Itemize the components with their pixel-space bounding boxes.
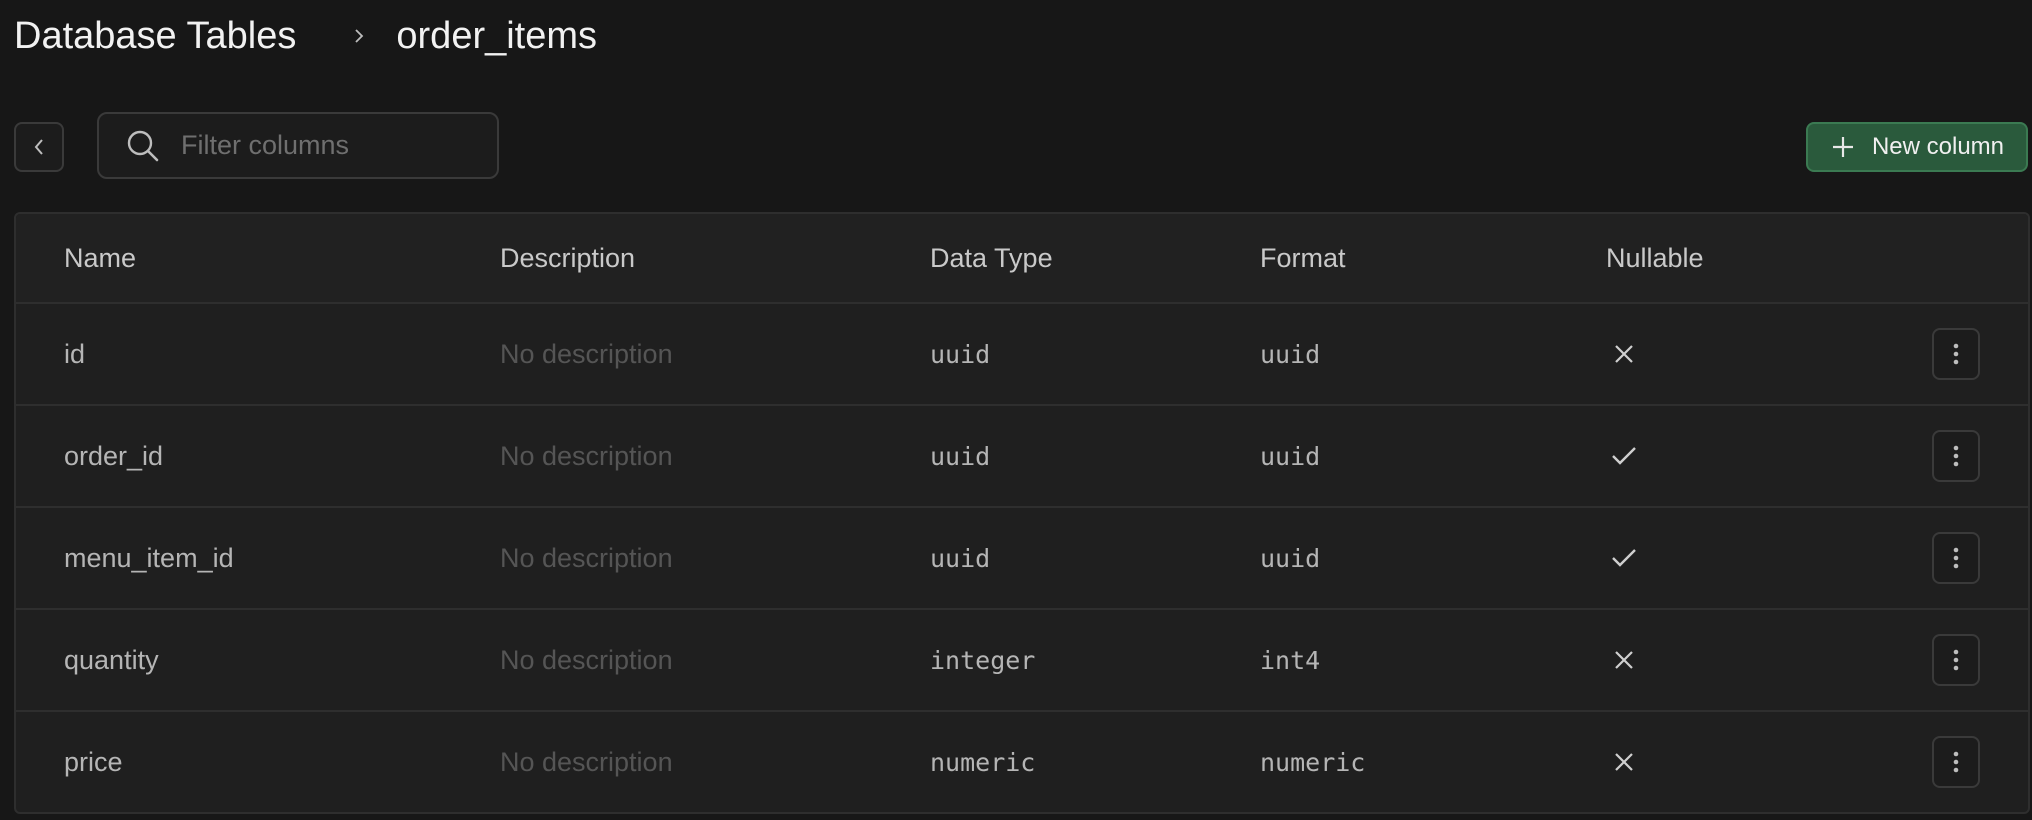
more-options-button[interactable]	[1932, 736, 1980, 788]
nullable-cell	[1604, 508, 1644, 608]
column-name: price	[64, 746, 123, 777]
column-name: order_id	[64, 440, 164, 471]
x-icon	[1613, 649, 1635, 671]
search-field[interactable]	[97, 112, 499, 179]
toolbar: New column	[14, 112, 2030, 180]
header-description: Description	[500, 242, 636, 273]
page: Database Tables order_items Filter colum…	[0, 0, 2032, 820]
check-icon	[1611, 445, 1637, 467]
column-description: No description	[500, 644, 673, 675]
row-actions	[1932, 508, 1980, 608]
column-name: menu_item_id	[64, 542, 234, 573]
breadcrumb-current: order_items	[396, 14, 598, 57]
x-icon	[1613, 343, 1635, 365]
column-format: uuid	[1260, 543, 1321, 573]
more-options-button[interactable]	[1932, 532, 1980, 584]
row-actions	[1932, 406, 1980, 506]
column-description: No description	[500, 338, 673, 369]
column-format: int4	[1260, 645, 1321, 675]
nullable-cell	[1604, 610, 1644, 710]
more-vertical-icon	[1953, 649, 1959, 671]
column-format: uuid	[1260, 441, 1321, 471]
table-row[interactable]: id No description uuid uuid	[16, 304, 2028, 406]
more-vertical-icon	[1953, 547, 1959, 569]
header-data-type: Data Type	[930, 242, 1053, 273]
column-name: quantity	[64, 644, 159, 675]
column-description: No description	[500, 746, 673, 777]
x-icon	[1613, 751, 1635, 773]
table-row[interactable]: quantity No description integer int4	[16, 610, 2028, 712]
nullable-cell	[1604, 712, 1644, 812]
column-description: No description	[500, 440, 673, 471]
row-actions	[1932, 304, 1980, 404]
table-header: Name Description Data Type Format Nullab…	[16, 214, 2028, 304]
more-vertical-icon	[1953, 445, 1959, 467]
check-icon	[1611, 547, 1637, 569]
columns-table: Name Description Data Type Format Nullab…	[14, 212, 2030, 814]
column-format: numeric	[1260, 747, 1366, 777]
table-row[interactable]: menu_item_id No description uuid uuid	[16, 508, 2028, 610]
header-nullable: Nullable	[1606, 242, 1704, 273]
chevron-left-icon	[31, 138, 47, 156]
column-data-type: uuid	[930, 339, 991, 369]
more-vertical-icon	[1953, 343, 1959, 365]
column-data-type: numeric	[930, 747, 1036, 777]
table-row[interactable]: order_id No description uuid uuid	[16, 406, 2028, 508]
more-options-button[interactable]	[1932, 634, 1980, 686]
column-format: uuid	[1260, 339, 1321, 369]
row-actions	[1932, 610, 1980, 710]
more-options-button[interactable]	[1932, 430, 1980, 482]
row-actions	[1932, 712, 1980, 812]
breadcrumb: Database Tables order_items	[14, 10, 597, 62]
more-vertical-icon	[1953, 751, 1959, 773]
breadcrumb-root[interactable]: Database Tables	[14, 15, 296, 58]
column-data-type: uuid	[930, 543, 991, 573]
chevron-right-icon	[340, 17, 378, 55]
back-button[interactable]	[14, 122, 64, 172]
nullable-cell	[1604, 304, 1644, 404]
header-name: Name	[64, 242, 137, 273]
column-data-type: uuid	[930, 441, 991, 471]
new-column-button[interactable]: New column	[1806, 122, 2028, 172]
plus-icon	[1830, 134, 1856, 160]
column-data-type: integer	[930, 645, 1036, 675]
new-column-label: New column	[1871, 133, 2005, 160]
search-icon	[123, 126, 163, 166]
nullable-cell	[1604, 406, 1644, 506]
more-options-button[interactable]	[1932, 328, 1980, 380]
search-input[interactable]	[181, 130, 481, 161]
column-description: No description	[500, 542, 673, 573]
column-name: id	[64, 338, 86, 369]
table-row[interactable]: price No description numeric numeric	[16, 712, 2028, 812]
header-format: Format	[1260, 242, 1346, 273]
